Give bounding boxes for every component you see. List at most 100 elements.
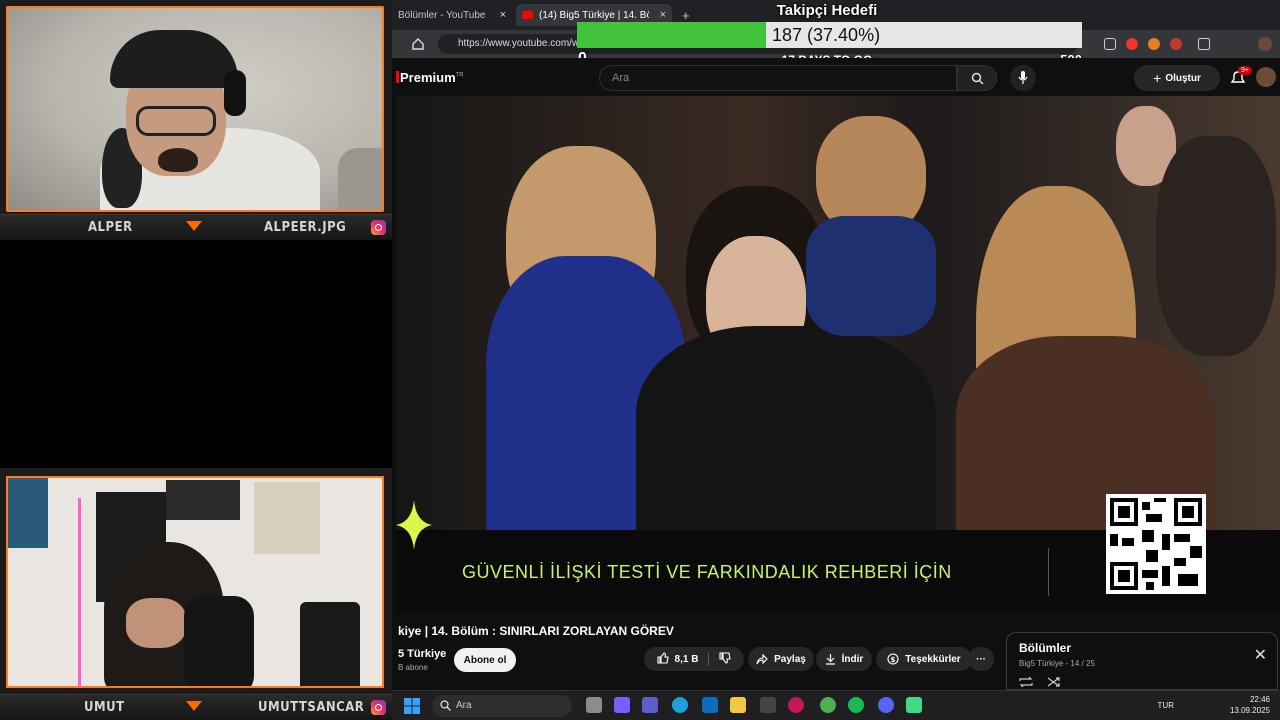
extension-icon[interactable] [1148,38,1160,50]
like-count: 8,1 B [674,653,699,665]
mic-button[interactable] [1010,65,1036,91]
create-button[interactable]: + Oluştur [1134,65,1220,91]
goal-current-value: 187 (37.40%) [772,25,881,45]
profile-icon[interactable] [1258,37,1272,51]
windows-taskbar: Ara TUR 22:46 13.09.2025 [392,690,1280,720]
subscriber-count: B abone [398,663,428,672]
instagram-icon [371,700,386,715]
thanks-label: Teşekkürler [905,653,961,665]
streamer-name-label: ALPER [88,220,133,235]
logo-region: TR [455,72,464,79]
instagram-icon [371,220,386,235]
triangle-icon [186,701,202,711]
home-icon[interactable] [412,38,424,50]
thanks-button[interactable]: $ Teşekkürler [876,647,972,671]
webcam-feed-umut [6,476,384,688]
task-view-icon[interactable] [586,697,602,713]
streamer-name-label: UMUT [84,700,125,715]
goal-progress-fill [577,22,766,48]
puzzle-icon[interactable] [1198,38,1210,50]
divider [708,652,710,666]
extension-icon[interactable] [1170,38,1182,50]
clock-date[interactable]: 13.09.2025 [1230,706,1270,715]
app-icon[interactable] [906,697,922,713]
goal-title: Takipçi Hedefi [776,2,878,19]
outlook-icon[interactable] [702,697,718,713]
notification-badge: 9+ [1238,66,1252,75]
search-icon [971,72,984,85]
file-explorer-icon[interactable] [730,697,746,713]
webcam-nameplate-bottom: UMUT UMUTTSANCAR [0,694,392,720]
windows-start-icon[interactable] [404,698,420,714]
edge-icon[interactable] [672,697,688,713]
shield-icon[interactable] [1104,38,1116,50]
banner-divider [1048,548,1049,596]
spotify-icon[interactable] [848,697,864,713]
video-player[interactable] [396,96,1280,530]
shuffle-icon[interactable] [1047,677,1061,687]
close-icon[interactable]: × [500,9,506,21]
qr-code [1106,494,1206,594]
taskbar-search[interactable]: Ara [432,695,572,717]
webcam-feed-alper [6,6,384,212]
share-label: Paylaş [774,653,806,665]
thumbs-up-icon [656,651,669,664]
banner-text: GÜVENLİ İLİŞKİ TESTİ VE FARKINDALIK REHB… [462,562,952,582]
teams-icon[interactable] [642,697,658,713]
copilot-icon[interactable] [614,697,630,713]
youtube-logo[interactable]: PremiumTR [396,70,464,85]
download-icon [825,654,835,665]
browser-window: Bölümler - YouTube × (14) Big5 Türkiye |… [392,0,1280,690]
taskbar-search-placeholder: Ara [456,700,472,711]
app-icon[interactable] [760,697,776,713]
channel-name[interactable]: 5 Türkiye [398,648,446,660]
search-input[interactable]: Ara [599,65,957,91]
chrome-icon[interactable] [820,697,836,713]
youtube-icon [522,11,533,19]
clock-time[interactable]: 22:46 [1250,695,1270,704]
sponsor-banner: GÜVENLİ İLİŞKİ TESTİ VE FARKINDALIK REHB… [396,494,1280,612]
language-indicator[interactable]: TUR [1158,701,1174,710]
webcam-nameplate-top: ALPER ALPEER.JPG [0,214,392,240]
logo-text: Premium [400,70,456,85]
share-button[interactable]: Paylaş [748,647,814,671]
download-button[interactable]: İndir [816,647,872,671]
qr-pattern [1110,498,1202,590]
extension-icon[interactable] [1126,38,1138,50]
svg-text:$: $ [891,656,896,664]
more-actions-button[interactable]: ··· [968,647,994,671]
search-button[interactable] [957,65,997,91]
episodes-title: Bölümler [1019,641,1072,655]
search-icon [440,700,451,711]
share-icon [756,653,768,665]
instagram-handle-label: UMUTTSANCAR [258,700,365,715]
youtube-header: PremiumTR Ara + Oluştur 9+ [392,58,1280,96]
like-button[interactable] [656,651,669,667]
avatar[interactable] [1256,67,1276,87]
episodes-subtitle: Big5 Türkiye - 14 / 25 [1019,659,1095,668]
microphone-icon [1018,71,1028,84]
goal-progress-bar: 187 (37.40%) [577,22,1082,48]
empty-panel [0,240,392,468]
subscribe-button[interactable]: Abone ol [454,648,516,672]
webcam-panel-bottom: UMUT UMUTTSANCAR [0,468,392,720]
tab-label: Bölümler - YouTube [398,9,486,21]
plus-icon: + [1153,70,1162,86]
loop-icon[interactable] [1019,677,1033,687]
tab-episodes[interactable]: Bölümler - YouTube × [392,4,512,26]
webcam-panel-top: ALPER ALPEER.JPG [0,0,392,240]
create-label: Oluştur [1165,72,1201,84]
discord-icon[interactable] [878,697,894,713]
video-title: kiye | 14. Bölüm : SINIRLARI ZORLAYAN GÖ… [398,624,674,638]
like-dislike-group: 8,1 B [644,647,744,671]
super-thanks-icon: $ [887,653,899,665]
instagram-handle-label: ALPEER.JPG [264,220,347,235]
sparkle-icon [396,500,432,550]
close-icon[interactable]: ✕ [1254,645,1267,665]
thumbs-down-icon [719,651,732,664]
dislike-button[interactable] [719,651,732,667]
triangle-icon [186,221,202,231]
app-icon[interactable] [788,697,804,713]
episodes-panel: Bölümler Big5 Türkiye - 14 / 25 ✕ [1006,632,1278,690]
download-label: İndir [841,653,864,665]
